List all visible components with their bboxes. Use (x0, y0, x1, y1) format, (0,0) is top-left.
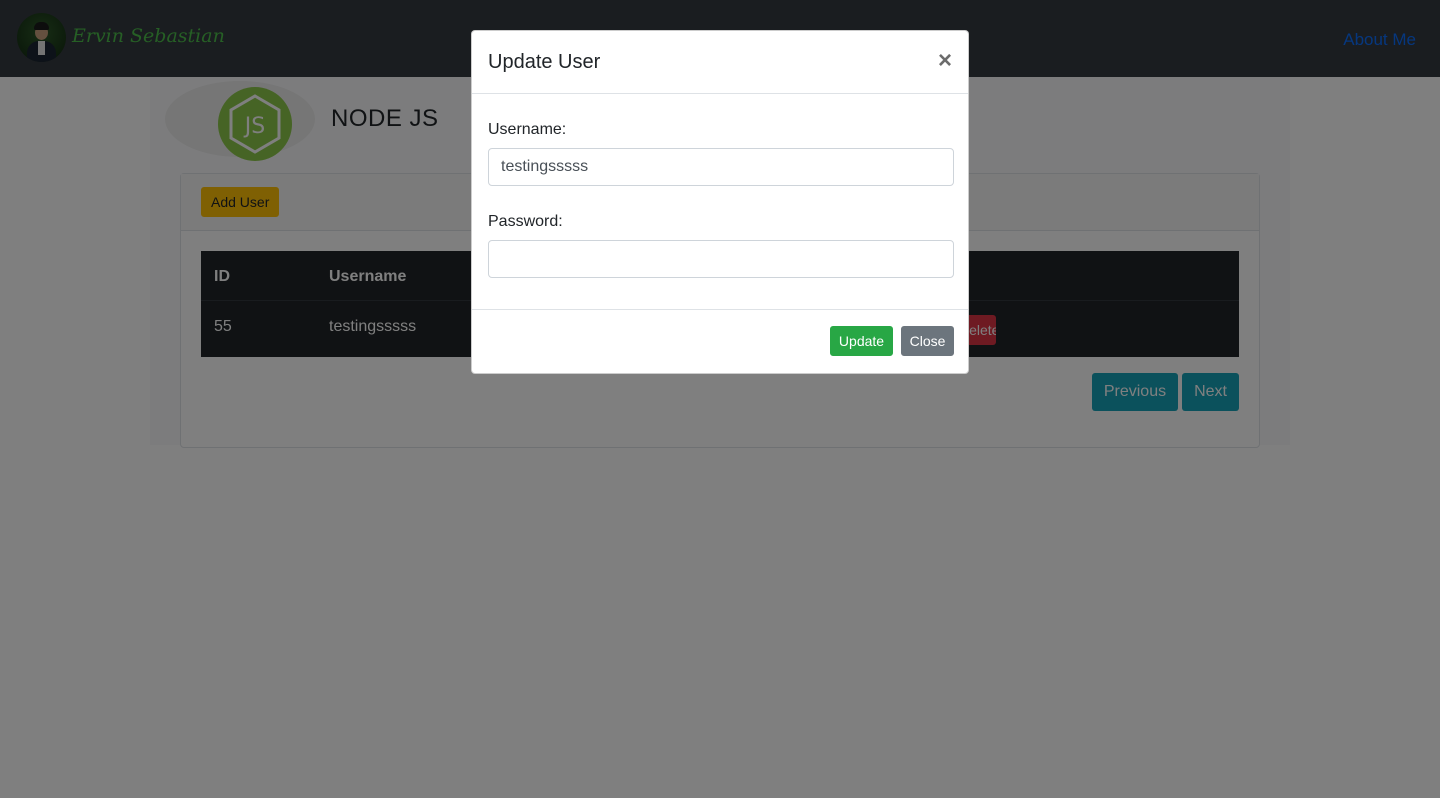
close-icon[interactable]: × (938, 49, 952, 73)
modal-title: Update User (488, 51, 601, 73)
username-field[interactable] (488, 148, 954, 186)
update-user-modal: Update User × Username: Password: Update… (471, 30, 969, 374)
modal-footer: Update Close (472, 310, 968, 373)
username-label: Username: (488, 121, 567, 138)
password-field[interactable] (488, 240, 954, 278)
modal-body: Username: Password: (472, 94, 968, 310)
modal-header: Update User × (472, 31, 968, 94)
password-label: Password: (488, 213, 563, 230)
update-button[interactable]: Update (830, 326, 893, 356)
close-button[interactable]: Close (901, 326, 954, 356)
